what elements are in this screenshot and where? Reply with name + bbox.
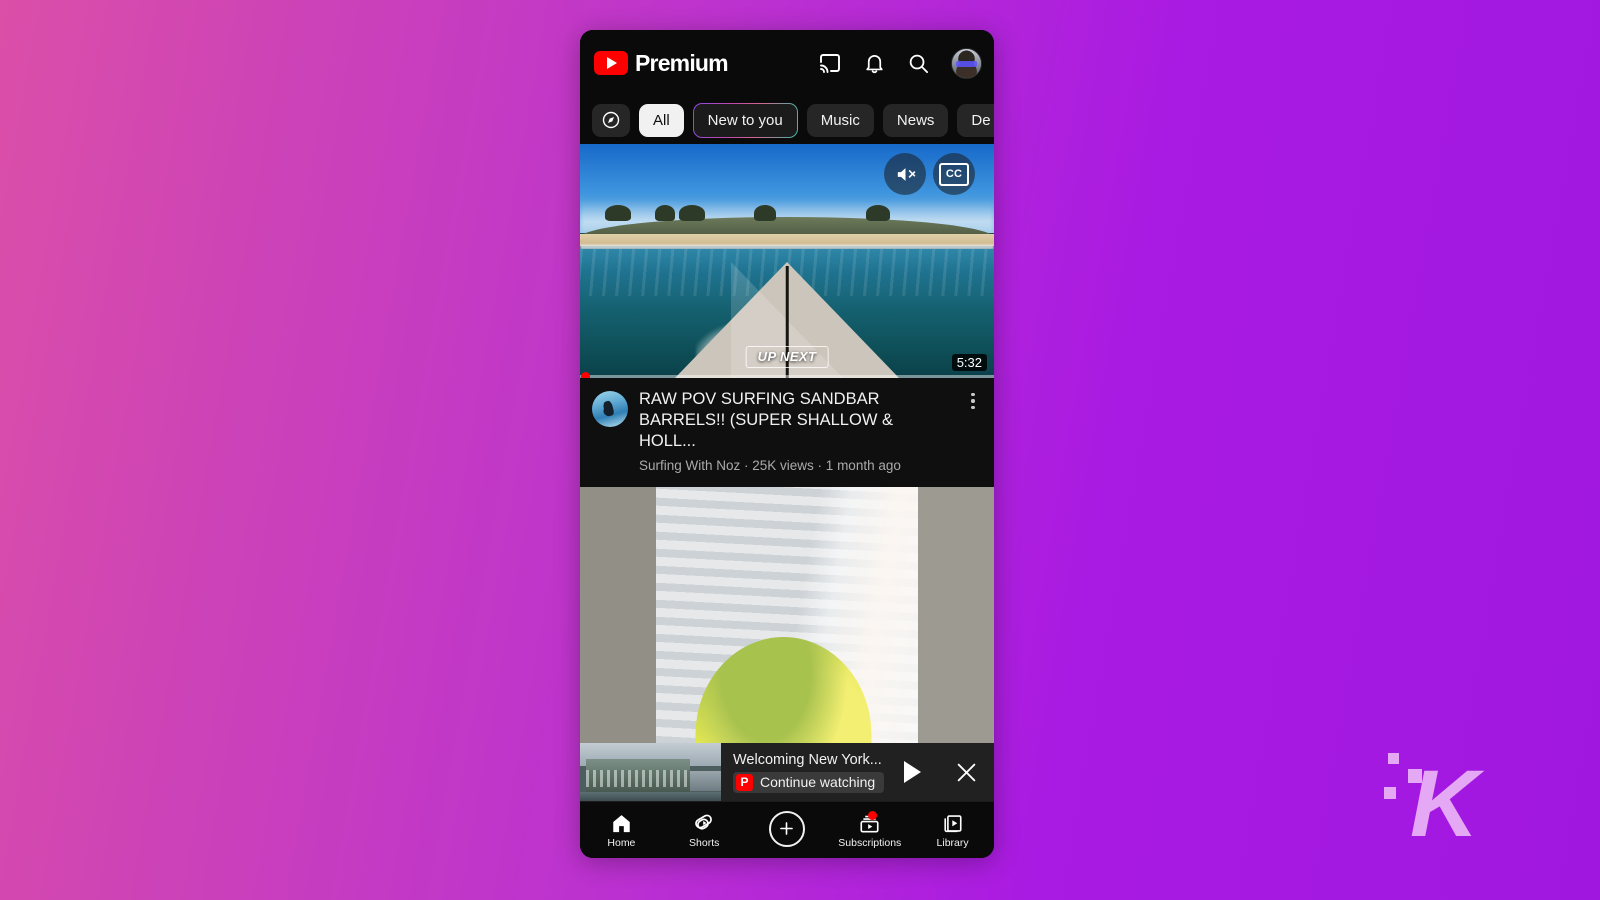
app-bar-actions <box>818 47 982 79</box>
chip-all[interactable]: All <box>639 103 684 137</box>
filter-chip-row[interactable]: All New to you Music News De <box>580 96 994 144</box>
nav-label-subscriptions: Subscriptions <box>838 836 902 849</box>
mini-player-title: Welcoming New York... <box>733 751 882 768</box>
video-duration: 5:32 <box>951 354 987 371</box>
brand-watermark: K <box>1374 735 1504 852</box>
subscriptions-badge-dot <box>868 810 878 820</box>
chip-truncated[interactable]: De <box>957 103 994 137</box>
nav-item-shorts[interactable]: Shorts <box>663 812 746 849</box>
video-thumbnail-surfing[interactable]: CC UP NEXT 5:32 <box>580 144 994 378</box>
pixel-square-3 <box>1384 787 1396 799</box>
video-meta-row[interactable]: RAW POV SURFING SANDBAR BARRELS!! (SUPER… <box>580 378 994 488</box>
video-subtitle: Surfing With Noz · 25K views · 1 month a… <box>639 458 901 474</box>
nav-label-library: Library <box>936 836 969 849</box>
close-icon[interactable] <box>938 743 994 801</box>
continue-watching-label: Continue watching <box>760 774 876 790</box>
search-icon[interactable] <box>907 52 930 75</box>
pixel-square-1 <box>1388 753 1399 764</box>
progress-playhead[interactable] <box>581 372 590 378</box>
tree-1 <box>604 204 631 222</box>
chip-news[interactable]: News <box>882 103 949 137</box>
mini-player-info: Welcoming New York... P Continue watchin… <box>721 743 886 801</box>
chip-music[interactable]: Music <box>806 103 874 137</box>
youtube-play-icon <box>594 51 628 75</box>
home-icon <box>613 814 630 832</box>
chip-new-to-you[interactable]: New to you <box>693 103 798 138</box>
tree-5 <box>865 204 890 222</box>
cast-icon[interactable] <box>818 51 842 75</box>
avatar[interactable] <box>951 47 982 79</box>
kebab-menu-icon[interactable] <box>962 389 984 473</box>
play-icon[interactable] <box>886 743 938 801</box>
bottom-navigation-bar[interactable]: Home Shorts Subscriptions Library <box>580 801 994 858</box>
up-next-badge: UP NEXT <box>745 346 829 368</box>
volume-muted-icon[interactable] <box>884 153 926 195</box>
nav-item-create[interactable] <box>746 810 829 850</box>
phone-mockup: Premium All New to you Music News De CC … <box>580 30 994 858</box>
video-feed: CC UP NEXT 5:32 RAW POV SURFING SANDBAR … <box>580 144 994 801</box>
tree-3 <box>679 204 706 222</box>
nav-label-shorts: Shorts <box>689 836 720 849</box>
mini-player[interactable]: Welcoming New York... P Continue watchin… <box>580 743 994 801</box>
nav-item-subscriptions[interactable]: Subscriptions <box>828 810 911 849</box>
playback-progress-bar[interactable] <box>580 372 994 378</box>
video-meta-text: RAW POV SURFING SANDBAR BARRELS!! (SUPER… <box>639 389 951 473</box>
nav-label-home: Home <box>607 836 636 849</box>
nav-item-library[interactable]: Library <box>911 812 994 849</box>
shorts-icon <box>694 814 712 830</box>
plus-create-icon <box>768 810 805 847</box>
continue-watching-button[interactable]: P Continue watching <box>733 771 885 793</box>
compass-icon[interactable] <box>592 103 630 137</box>
mini-player-thumbnail[interactable] <box>580 743 721 801</box>
channel-avatar[interactable] <box>592 391 628 427</box>
premium-wordmark: Premium <box>635 49 729 76</box>
brand-letter: K <box>1410 751 1479 857</box>
app-bar: Premium <box>580 30 994 96</box>
bell-icon[interactable] <box>863 52 886 75</box>
closed-caption-icon[interactable]: CC <box>933 153 975 195</box>
video-title: RAW POV SURFING SANDBAR BARRELS!! (SUPER… <box>639 390 893 451</box>
premium-badge: P <box>736 773 753 791</box>
tree-2 <box>654 204 675 222</box>
nav-item-home[interactable]: Home <box>580 812 663 849</box>
cc-label: CC <box>939 162 969 186</box>
youtube-premium-logo[interactable]: Premium <box>594 49 729 77</box>
library-icon <box>944 814 962 832</box>
tree-4 <box>753 204 776 222</box>
